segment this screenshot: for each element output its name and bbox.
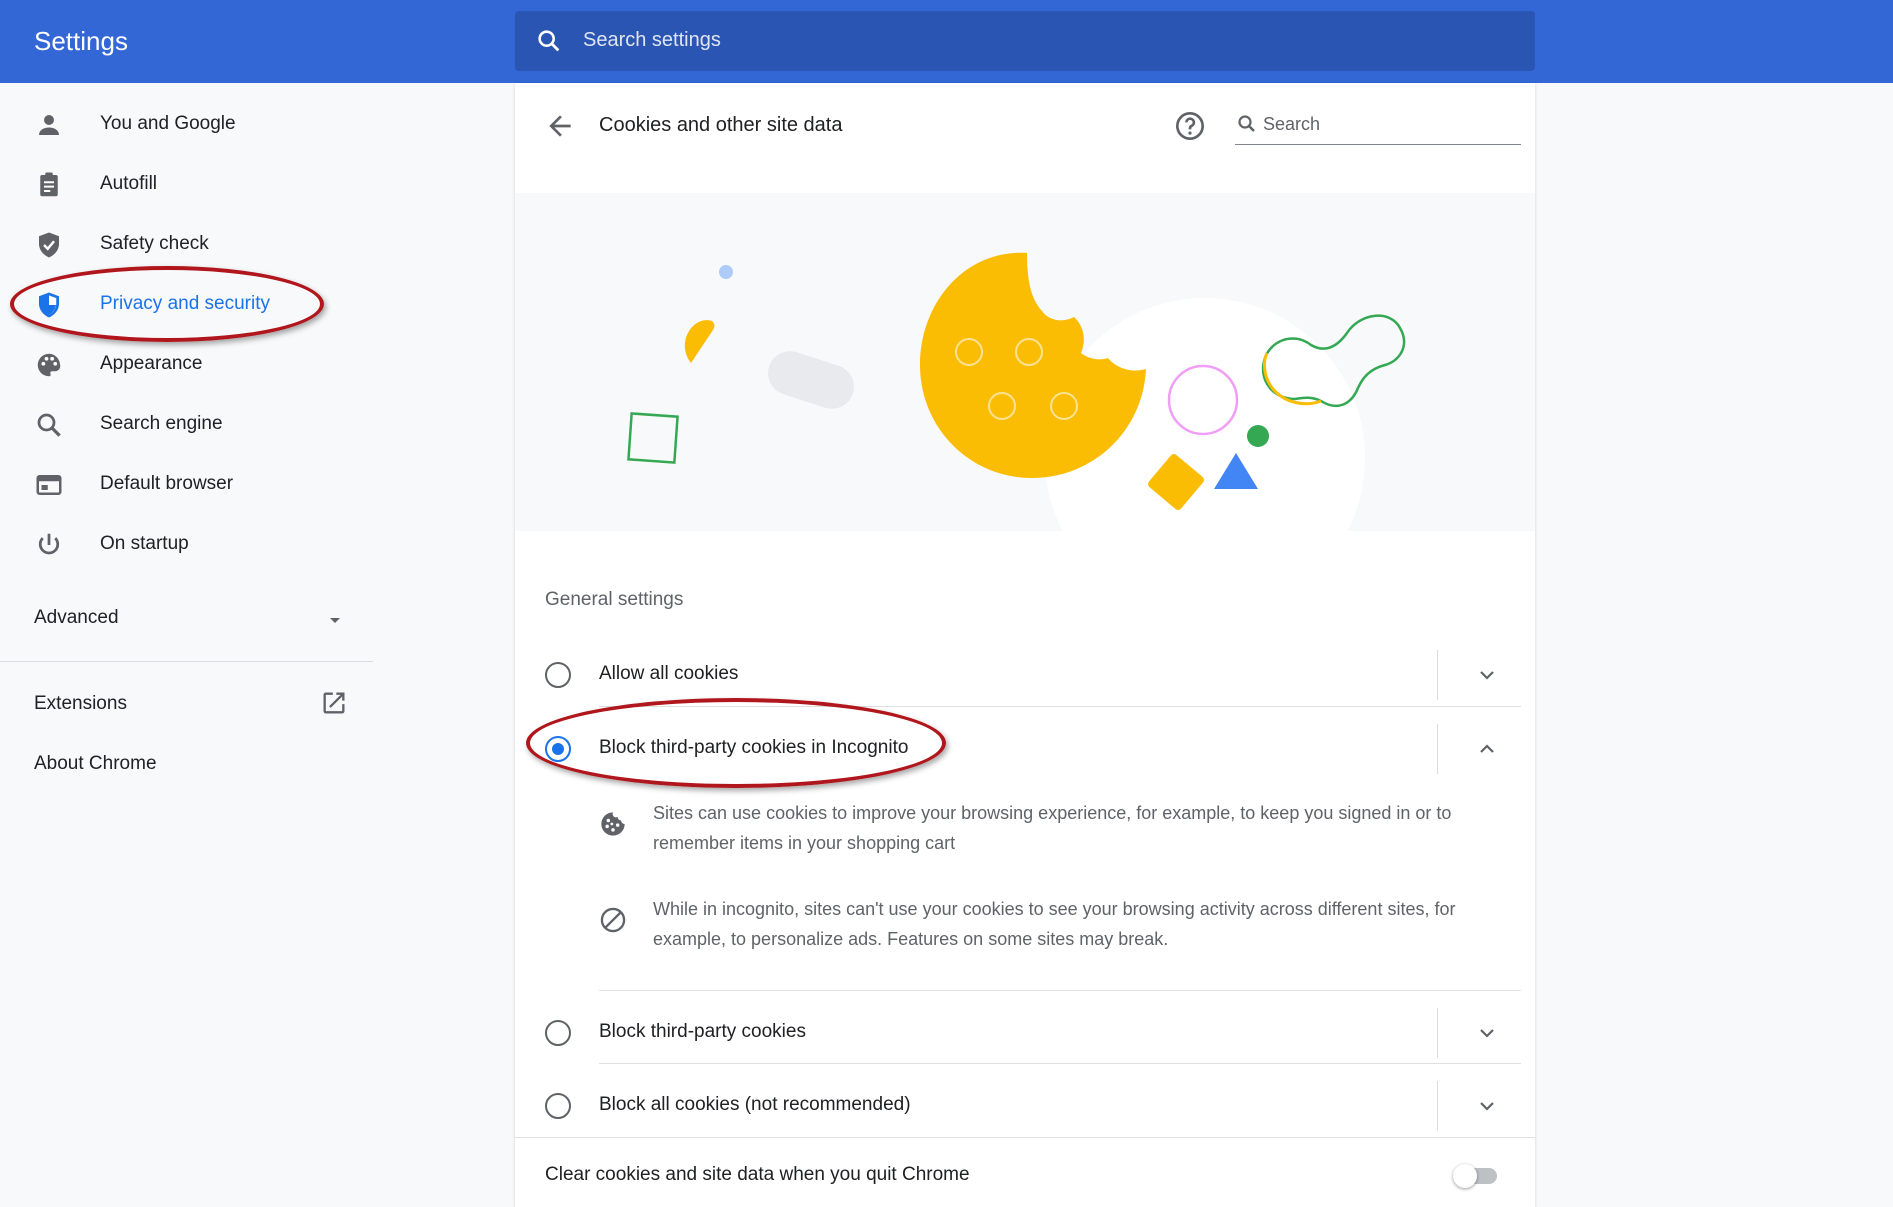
clear-on-quit-toggle[interactable] (1453, 1162, 1499, 1188)
block-icon (600, 907, 626, 933)
caret-down-icon[interactable] (325, 610, 345, 630)
shield-icon (39, 292, 59, 318)
clipboard-icon (40, 172, 58, 197)
section-divider (515, 1137, 1535, 1138)
person-icon (39, 115, 59, 135)
search-icon (37, 413, 61, 437)
option-row-block-third-party[interactable]: Block third-party cookies (515, 997, 1535, 1069)
sidebar-item-privacy-and-security[interactable]: Privacy and security (0, 277, 373, 333)
settings-search-box[interactable]: Search settings (515, 11, 1535, 71)
detail-text-incognito: While in incognito, sites can't use your… (653, 899, 1456, 949)
cookie-illustration (515, 193, 1535, 531)
sidebar-item-search-engine[interactable]: Search engine (0, 397, 373, 453)
help-icon[interactable] (1174, 110, 1206, 142)
sidebar: You and Google Autofill Safety check Pri… (0, 83, 373, 1207)
radio-allow-all[interactable] (545, 662, 571, 688)
row-separator (1437, 1008, 1438, 1058)
clear-on-quit-label: Clear cookies and site data when you qui… (545, 1164, 970, 1185)
option-divider (599, 990, 1521, 991)
sidebar-item-you-and-google[interactable]: You and Google (0, 97, 373, 153)
sidebar-item-label: On startup (100, 533, 189, 554)
row-separator (1437, 724, 1438, 774)
about-chrome-link[interactable]: About Chrome (34, 753, 157, 775)
sidebar-item-label: Privacy and security (100, 293, 271, 314)
palette-icon (37, 353, 61, 377)
subpage-search-field[interactable]: Search (1235, 103, 1521, 145)
subpage-search-placeholder[interactable]: Search (1263, 114, 1320, 135)
sidebar-item-safety-check[interactable]: Safety check (0, 217, 373, 273)
general-settings-heading: General settings (545, 589, 684, 610)
cookies-settings-card: Cookies and other site data Search Gener… (515, 83, 1535, 1207)
app-title: Settings (34, 26, 128, 56)
sidebar-item-autofill[interactable]: Autofill (0, 157, 373, 213)
search-icon (1238, 115, 1255, 132)
option-divider (599, 1063, 1521, 1064)
option-label[interactable]: Block all cookies (not recommended) (599, 1094, 911, 1116)
radio-block-incognito[interactable] (545, 736, 571, 762)
browser-window-icon (36, 475, 62, 495)
sidebar-item-label: Autofill (100, 173, 158, 194)
sidebar-item-label: Appearance (100, 353, 203, 374)
sidebar-item-label: You and Google (100, 113, 236, 134)
top-bar: Settings Search settings (0, 0, 1893, 83)
row-separator (1437, 650, 1438, 700)
open-in-new-icon[interactable] (320, 689, 348, 717)
chevron-down-icon[interactable] (1475, 1094, 1499, 1118)
radio-block-third-party[interactable] (545, 1020, 571, 1046)
shield-check-icon (39, 232, 59, 258)
option-row-block-incognito[interactable]: Block third-party cookies in Incognito (515, 713, 1535, 785)
sidebar-item-label: Search engine (100, 413, 223, 434)
search-placeholder[interactable]: Search settings (583, 29, 721, 52)
subpage-header: Cookies and other site data Search (515, 83, 1535, 193)
option-row-allow-all[interactable]: Allow all cookies (515, 639, 1535, 711)
page-title: Cookies and other site data (599, 114, 843, 136)
sidebar-item-on-startup[interactable]: On startup (0, 517, 373, 573)
chevron-up-icon[interactable] (1475, 737, 1499, 761)
option-label[interactable]: Block third-party cookies in Incognito (599, 737, 908, 759)
sidebar-item-label: Safety check (100, 233, 209, 254)
sidebar-divider (0, 661, 373, 662)
search-icon (538, 30, 560, 52)
sidebar-item-default-browser[interactable]: Default browser (0, 457, 373, 513)
radio-block-all[interactable] (545, 1093, 571, 1119)
back-arrow-icon[interactable] (544, 110, 576, 142)
option-label[interactable]: Block third-party cookies (599, 1021, 806, 1043)
sidebar-item-appearance[interactable]: Appearance (0, 337, 373, 393)
detail-text-cookies: Sites can use cookies to improve your br… (653, 803, 1452, 853)
option-label[interactable]: Allow all cookies (599, 663, 738, 685)
advanced-section-toggle[interactable]: Advanced (34, 607, 119, 629)
cookie-illustration-art (627, 252, 1406, 531)
chevron-down-icon[interactable] (1475, 663, 1499, 687)
option-divider (599, 706, 1521, 707)
toggle-knob (1453, 1164, 1477, 1188)
chevron-down-icon[interactable] (1475, 1021, 1499, 1045)
option-row-block-all[interactable]: Block all cookies (not recommended) (515, 1070, 1535, 1142)
extensions-link[interactable]: Extensions (34, 693, 127, 715)
row-separator (1437, 1081, 1438, 1131)
cookie-icon (601, 812, 625, 836)
sidebar-item-label: Default browser (100, 473, 234, 494)
power-icon (38, 533, 60, 555)
